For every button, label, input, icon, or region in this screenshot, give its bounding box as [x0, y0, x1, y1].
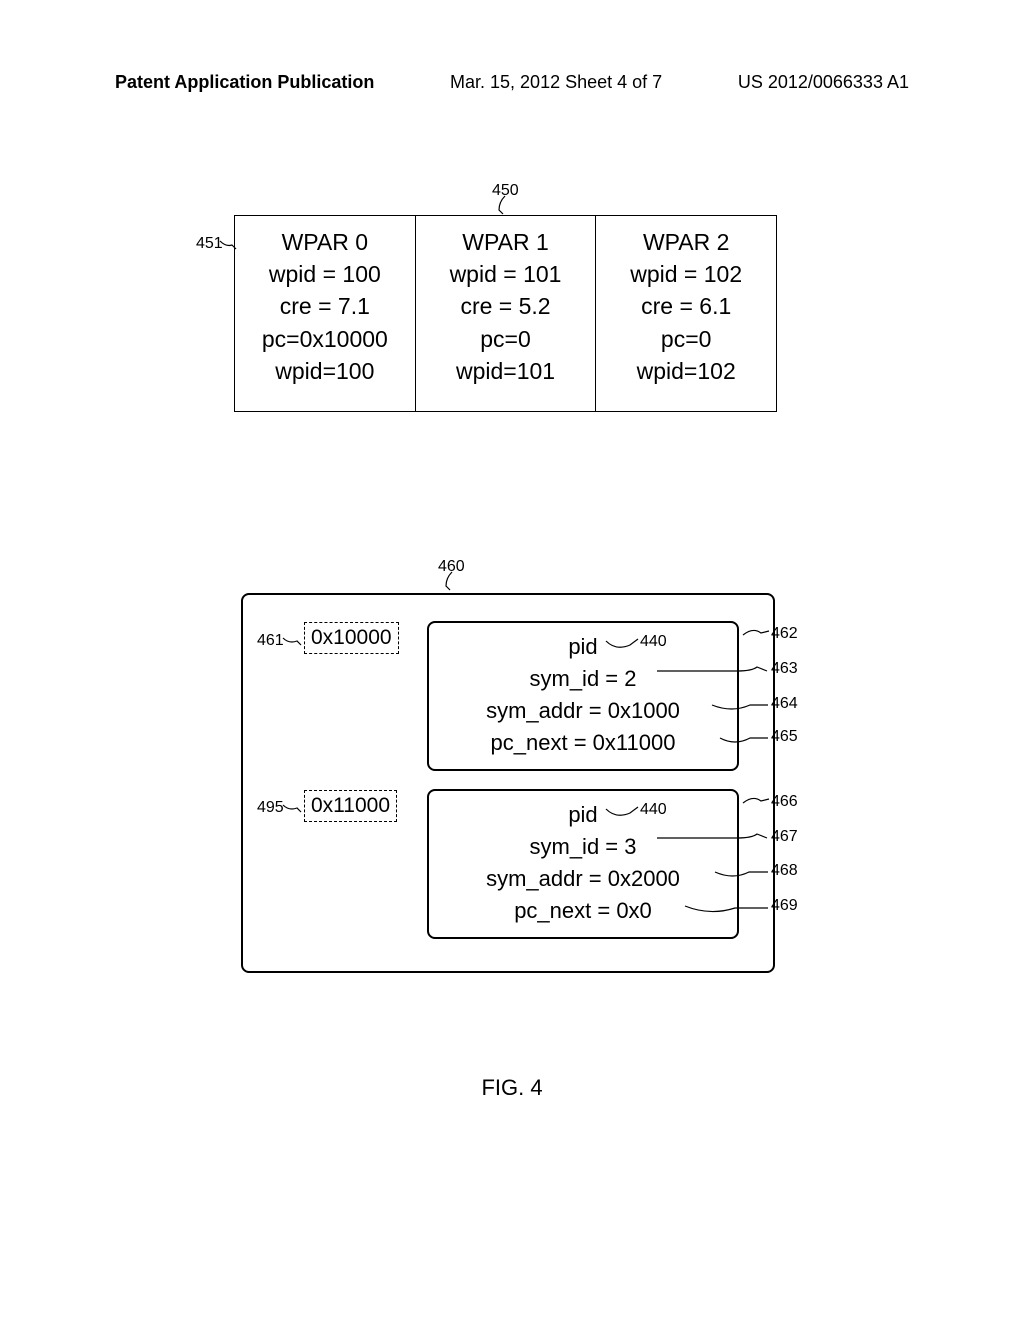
leader-461-icon: [283, 636, 305, 656]
entry-466-symaddr: sym_addr = 0x2000: [429, 863, 737, 895]
leader-465-icon: [720, 736, 770, 748]
ref-465: 465: [771, 728, 798, 746]
wpar-col-1: WPAR 1 wpid = 101 cre = 5.2 pc=0 wpid=10…: [416, 216, 597, 411]
leader-468-icon: [715, 870, 770, 882]
entry-462-pid: pid: [429, 631, 737, 663]
wpar2-wpid2: wpid=102: [596, 355, 776, 387]
wpar-col-0: WPAR 0 wpid = 100 cre = 7.1 pc=0x10000 w…: [235, 216, 416, 411]
wpar-table: WPAR 0 wpid = 100 cre = 7.1 pc=0x10000 w…: [234, 215, 777, 412]
leader-460-icon: [444, 572, 464, 592]
wpar1-cre: cre = 5.2: [416, 290, 596, 322]
wpar0-pc: pc=0x10000: [235, 323, 415, 355]
ref-469: 469: [771, 897, 798, 915]
leader-467-icon: [657, 836, 769, 848]
ref-468: 468: [771, 862, 798, 880]
ref-495: 495: [257, 799, 284, 817]
wpar1-wpid: wpid = 101: [416, 258, 596, 290]
wpar0-wpid: wpid = 100: [235, 258, 415, 290]
leader-469-icon: [685, 904, 770, 916]
leader-440a-icon: [606, 639, 642, 653]
ref-451: 451: [196, 235, 223, 253]
ref-464: 464: [771, 695, 798, 713]
wpar2-pc: pc=0: [596, 323, 776, 355]
leader-462-icon: [743, 627, 771, 641]
ref-440b: 440: [640, 801, 667, 819]
leader-440b-icon: [606, 807, 642, 821]
wpar2-wpid: wpid = 102: [596, 258, 776, 290]
wpar0-wpid2: wpid=100: [235, 355, 415, 387]
ref-461: 461: [257, 632, 284, 650]
header-right: US 2012/0066333 A1: [738, 72, 909, 93]
entry-462-symaddr: sym_addr = 0x1000: [429, 695, 737, 727]
wpar2-title: WPAR 2: [596, 226, 776, 258]
entry-462-pcnext: pc_next = 0x11000: [429, 727, 737, 759]
header-mid: Mar. 15, 2012 Sheet 4 of 7: [450, 72, 662, 93]
entry-462: pid sym_id = 2 sym_addr = 0x1000 pc_next…: [427, 621, 739, 771]
leader-464-icon: [712, 703, 770, 715]
figure-label: FIG. 4: [0, 1075, 1024, 1101]
wpar1-wpid2: wpid=101: [416, 355, 596, 387]
wpar0-cre: cre = 7.1: [235, 290, 415, 322]
leader-463-icon: [657, 669, 769, 681]
addr-495: 0x11000: [304, 790, 397, 822]
wpar2-cre: cre = 6.1: [596, 290, 776, 322]
leader-495-icon: [283, 803, 305, 823]
leader-450-icon: [497, 196, 517, 216]
entry-466: pid sym_id = 3 sym_addr = 0x2000 pc_next…: [427, 789, 739, 939]
ref-462: 462: [771, 625, 798, 643]
wpar0-title: WPAR 0: [235, 226, 415, 258]
ref-463: 463: [771, 660, 798, 678]
wpar1-title: WPAR 1: [416, 226, 596, 258]
addr-461: 0x10000: [304, 622, 399, 654]
entry-466-pid: pid: [429, 799, 737, 831]
wpar1-pc: pc=0: [416, 323, 596, 355]
ref-440a: 440: [640, 633, 667, 651]
leader-466-icon: [743, 795, 771, 809]
wpar-col-2: WPAR 2 wpid = 102 cre = 6.1 pc=0 wpid=10…: [596, 216, 776, 411]
ref-466: 466: [771, 793, 798, 811]
header-left: Patent Application Publication: [115, 72, 374, 93]
ref-467: 467: [771, 828, 798, 846]
